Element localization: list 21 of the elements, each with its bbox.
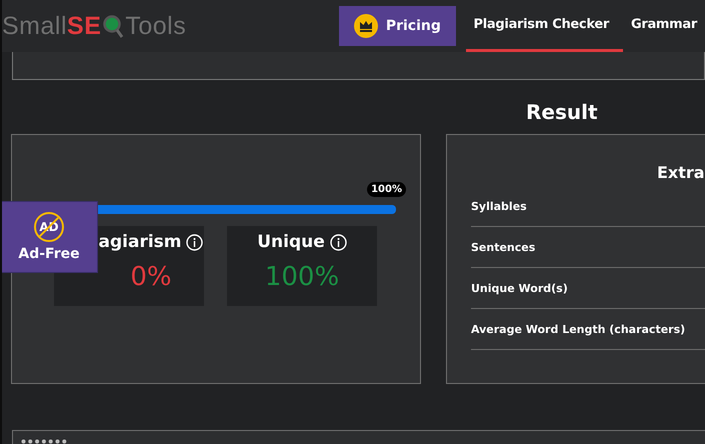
info-icon[interactable] — [186, 234, 204, 250]
stat-row-label: Unique Word(s) — [471, 282, 568, 294]
stat-label: Unique — [257, 232, 325, 252]
magnifier-icon — [102, 13, 124, 39]
info-icon[interactable] — [330, 234, 347, 250]
nav-tab[interactable]: Grammar — [622, 0, 705, 52]
pricing-button[interactable]: Pricing — [339, 6, 456, 46]
stat-value: 100% — [264, 262, 340, 292]
dots-icon — [21, 439, 67, 444]
extra-heading: Extra — [656, 163, 705, 182]
progress-label: 100% — [367, 182, 406, 197]
crown-icon — [354, 14, 378, 38]
stat-label: agiarism — [98, 232, 182, 252]
stat-value: 0% — [130, 262, 172, 292]
logo-text: SE — [67, 12, 102, 40]
logo-text: Small — [2, 12, 68, 40]
stat-row-label: Syllables — [471, 200, 527, 212]
stat-row-label: Average Word Length (characters) — [471, 322, 686, 336]
logo-text: Tools — [125, 12, 186, 40]
result-heading: Result — [525, 100, 599, 126]
stat-row-label: Sentences — [471, 240, 536, 254]
